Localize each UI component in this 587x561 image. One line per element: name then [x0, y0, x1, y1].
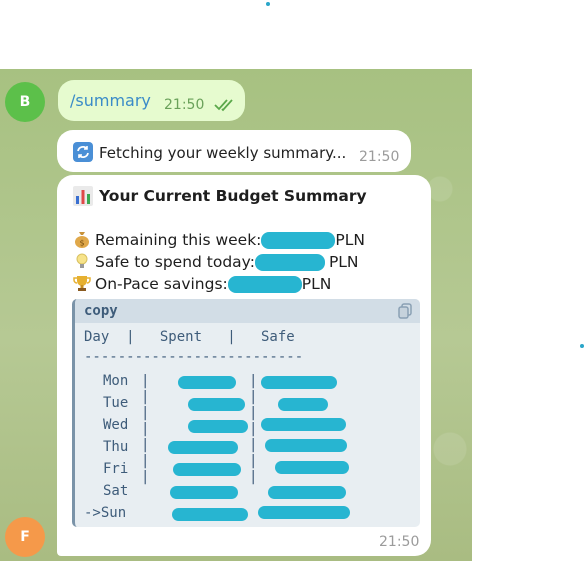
redacted-value: [265, 439, 347, 452]
svg-text:$: $: [79, 239, 84, 248]
bot-avatar[interactable]: F: [5, 517, 45, 557]
redacted-value: [278, 398, 328, 411]
remaining-label: Remaining this week:: [95, 231, 262, 249]
redacted-value: [261, 418, 346, 431]
redacted-value: [172, 508, 248, 521]
redacted-value: [258, 506, 350, 519]
redacted-value: [170, 486, 238, 499]
table-header: Day | Spent | Safe: [84, 329, 295, 345]
message-time: 21:50: [164, 97, 205, 113]
redacted-value: [188, 398, 245, 411]
day-tue: Tue: [103, 395, 129, 411]
onpace-label: On-Pace savings:: [95, 275, 228, 293]
message-time: 21:50: [379, 534, 420, 550]
redacted-value: [261, 376, 337, 389]
code-block[interactable]: copy Day | Spent | Safe ----------------…: [72, 299, 420, 527]
code-block-header: [75, 299, 420, 323]
command-link[interactable]: /summary: [70, 91, 151, 110]
column-separator: | | | | | | |: [141, 373, 150, 485]
day-thu: Thu: [103, 439, 129, 455]
remaining-unit: PLN: [335, 231, 365, 249]
user-avatar[interactable]: B: [5, 82, 45, 122]
redacted-value: [168, 441, 238, 454]
remaining-line: $ Remaining this week: PLN: [73, 230, 365, 249]
column-separator: | | | | | | |: [249, 373, 258, 485]
refresh-icon: [73, 142, 93, 166]
trophy-icon: [73, 274, 91, 292]
day-mon: Mon: [103, 373, 129, 389]
redacted-value: [261, 232, 336, 249]
code-language-label: copy: [84, 303, 118, 319]
lightbulb-icon: [73, 252, 91, 270]
double-check-icon: [214, 97, 238, 116]
safe-label: Safe to spend today:: [95, 253, 255, 271]
onpace-line: On-Pace savings: PLN: [73, 274, 331, 293]
summary-title: Your Current Budget Summary: [99, 187, 367, 205]
redacted-value: [173, 463, 241, 476]
redacted-value: [227, 276, 302, 293]
redacted-value: [178, 376, 236, 389]
decor-dot: [580, 344, 584, 348]
safe-line: Safe to spend today: PLN: [73, 252, 359, 271]
decor-dot: [266, 2, 270, 6]
money-bag-icon: $: [73, 230, 91, 248]
message-time: 21:50: [359, 149, 400, 165]
day-sun: ->Sun: [84, 505, 127, 521]
redacted-value: [275, 461, 349, 474]
safe-unit: PLN: [328, 253, 359, 271]
day-wed: Wed: [103, 417, 129, 433]
redacted-value: [188, 420, 248, 433]
day-sat: Sat: [103, 483, 129, 499]
avatar-letter: F: [20, 529, 30, 545]
redacted-value: [268, 486, 346, 499]
copy-icon[interactable]: [398, 303, 412, 323]
avatar-letter: B: [19, 94, 31, 110]
onpace-unit: PLN: [301, 275, 332, 293]
table-divider: --------------------------: [84, 349, 304, 365]
bar-chart-icon: [73, 186, 93, 210]
fetching-text: Fetching your weekly summary...: [99, 144, 347, 162]
day-fri: Fri: [103, 461, 129, 477]
redacted-value: [254, 254, 325, 271]
